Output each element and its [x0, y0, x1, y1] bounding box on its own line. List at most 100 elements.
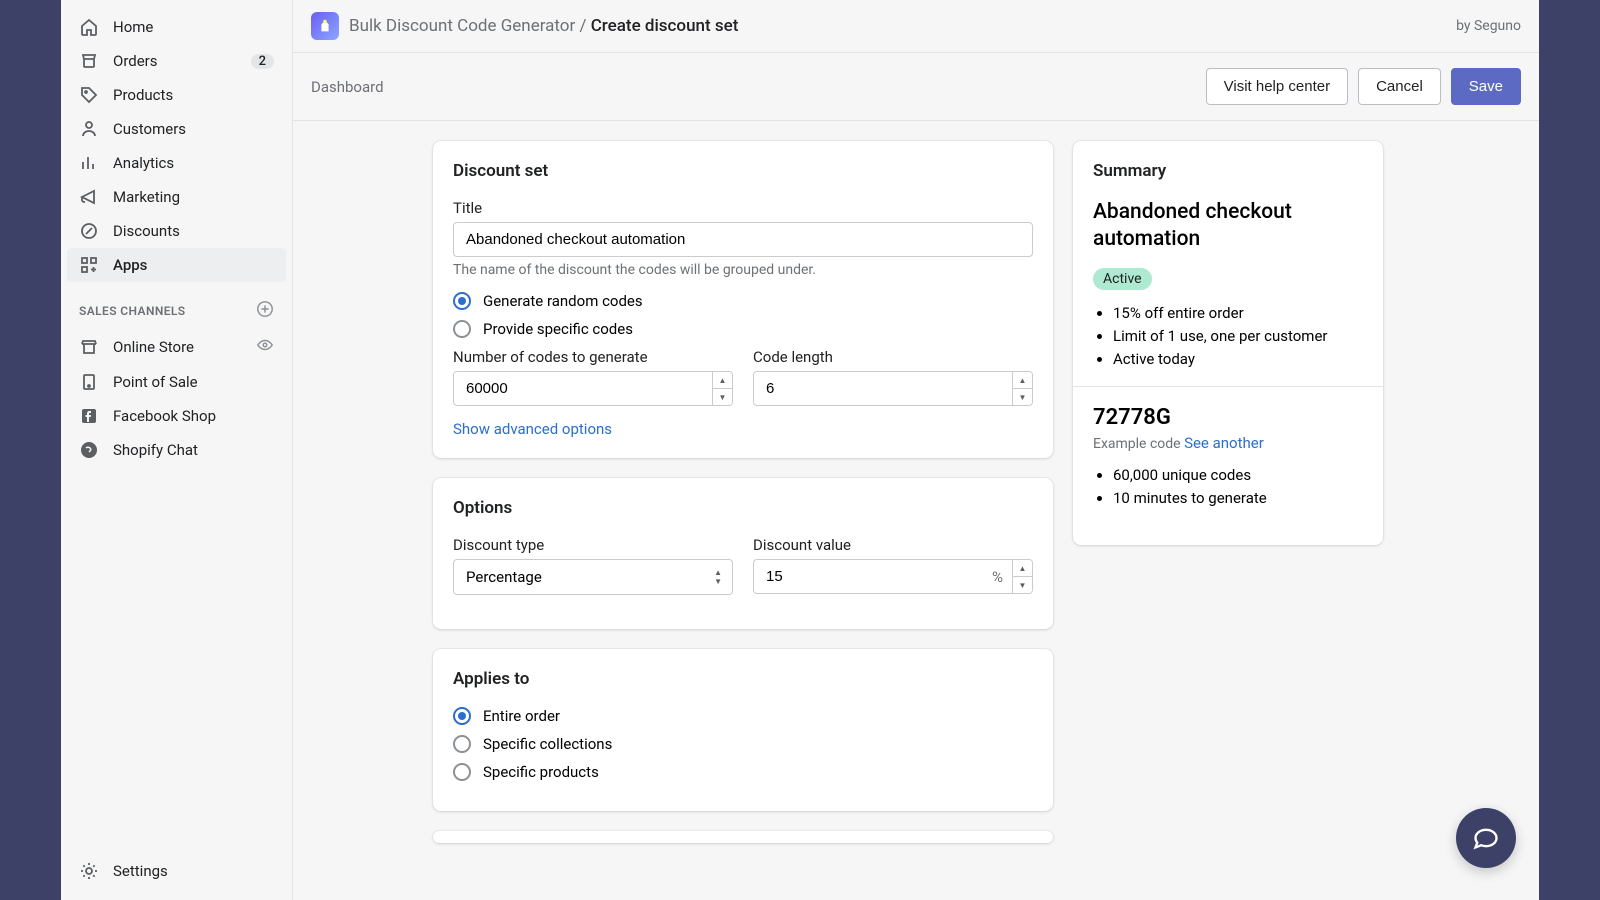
- list-item: 60,000 unique codes: [1113, 466, 1363, 484]
- status-badge: Active: [1093, 268, 1152, 290]
- applies-to-card: Applies to Entire order Specific collect…: [433, 649, 1053, 811]
- summary-card: Summary Abandoned checkout automation Ac…: [1073, 141, 1383, 545]
- title-input[interactable]: [453, 222, 1033, 257]
- sales-channels-header: SALES CHANNELS: [61, 282, 292, 329]
- summary-details: 60,000 unique codes 10 minutes to genera…: [1093, 466, 1363, 507]
- nav-products[interactable]: Products: [67, 78, 286, 112]
- see-another-link[interactable]: See another: [1184, 434, 1264, 452]
- code-length-label: Code length: [753, 348, 1033, 366]
- nav-apps[interactable]: Apps: [67, 248, 286, 282]
- nav-home[interactable]: Home: [67, 10, 286, 44]
- nav-settings[interactable]: Settings: [67, 854, 286, 888]
- discounts-icon: [79, 221, 99, 241]
- radio-icon: [453, 707, 471, 725]
- code-length-input[interactable]: [753, 371, 1033, 406]
- actions-bar: Dashboard Visit help center Cancel Save: [293, 53, 1539, 121]
- radio-icon: [453, 292, 471, 310]
- nav-label: Home: [113, 18, 153, 36]
- nav-analytics[interactable]: Analytics: [67, 146, 286, 180]
- radio-generate[interactable]: Generate random codes: [453, 292, 1033, 310]
- home-icon: [79, 17, 99, 37]
- discount-set-card: Discount set Title The name of the disco…: [433, 141, 1053, 458]
- by-line: by Seguno: [1456, 18, 1521, 34]
- channel-online-store[interactable]: Online Store: [67, 329, 286, 365]
- store-icon: [79, 337, 99, 357]
- channel-chat[interactable]: Shopify Chat: [67, 433, 286, 467]
- summary-title: Abandoned checkout automation: [1093, 199, 1363, 254]
- example-code: 72778G: [1093, 405, 1363, 430]
- breadcrumb-sep: /: [575, 16, 590, 36]
- spinner[interactable]: ▲▼: [712, 372, 732, 405]
- channel-label: Facebook Shop: [113, 407, 216, 425]
- list-item: 10 minutes to generate: [1113, 489, 1363, 507]
- channel-facebook[interactable]: Facebook Shop: [67, 399, 286, 433]
- save-button[interactable]: Save: [1451, 68, 1521, 105]
- title-help: The name of the discount the codes will …: [453, 262, 1033, 278]
- nav-label: Apps: [113, 256, 147, 274]
- eye-icon[interactable]: [256, 336, 274, 358]
- channel-label: Shopify Chat: [113, 441, 198, 459]
- spinner[interactable]: ▲▼: [1012, 560, 1032, 593]
- nav-label: Customers: [113, 120, 186, 138]
- sidebar: Home Orders 2 Products Customers Analytic…: [61, 0, 293, 900]
- products-icon: [79, 85, 99, 105]
- page-header: Bulk Discount Code Generator / Create di…: [293, 0, 1539, 53]
- summary-heading: Summary: [1093, 161, 1363, 181]
- radio-provide[interactable]: Provide specific codes: [453, 320, 1033, 338]
- num-codes-input[interactable]: [453, 371, 733, 406]
- dashboard-link[interactable]: Dashboard: [311, 78, 384, 96]
- chat-circle-icon: [79, 440, 99, 460]
- list-item: 15% off entire order: [1113, 304, 1363, 322]
- nav-label: Orders: [113, 52, 158, 70]
- num-codes-label: Number of codes to generate: [453, 348, 733, 366]
- radio-icon: [453, 320, 471, 338]
- cancel-button[interactable]: Cancel: [1358, 68, 1441, 105]
- title-label: Title: [453, 199, 1033, 217]
- list-item: Active today: [1113, 350, 1363, 368]
- discount-type-select[interactable]: Percentage▲▼: [453, 559, 733, 595]
- content: Discount set Title The name of the disco…: [293, 121, 1539, 900]
- radio-specific-collections[interactable]: Specific collections: [453, 735, 1033, 753]
- spinner[interactable]: ▲▼: [1012, 372, 1032, 405]
- orders-icon: [79, 51, 99, 71]
- chat-icon: [1472, 824, 1500, 852]
- show-advanced-link[interactable]: Show advanced options: [453, 420, 1033, 438]
- summary-list: 15% off entire order Limit of 1 use, one…: [1093, 304, 1363, 368]
- breadcrumb-app[interactable]: Bulk Discount Code Generator: [349, 16, 575, 36]
- facebook-icon: [79, 406, 99, 426]
- nav-label: Marketing: [113, 188, 180, 206]
- radio-entire-order[interactable]: Entire order: [453, 707, 1033, 725]
- options-card: Options Discount type Percentage▲▼ Disco…: [433, 478, 1053, 629]
- channel-pos[interactable]: Point of Sale: [67, 365, 286, 399]
- main: Bulk Discount Code Generator / Create di…: [293, 0, 1539, 900]
- channel-label: Online Store: [113, 338, 194, 356]
- list-item: Limit of 1 use, one per customer: [1113, 327, 1363, 345]
- card-heading: Applies to: [453, 669, 1033, 689]
- select-arrows-icon: ▲▼: [714, 568, 722, 586]
- radio-specific-products[interactable]: Specific products: [453, 763, 1033, 781]
- discount-value-input[interactable]: [753, 559, 1033, 594]
- radio-icon: [453, 763, 471, 781]
- channel-label: Point of Sale: [113, 373, 198, 391]
- radio-icon: [453, 735, 471, 753]
- example-code-label: Example code See another: [1093, 434, 1363, 452]
- next-card: [433, 831, 1053, 843]
- value-suffix: %: [992, 568, 1003, 586]
- card-heading: Discount set: [453, 161, 1033, 181]
- apps-icon: [79, 255, 99, 275]
- visit-help-button[interactable]: Visit help center: [1206, 68, 1348, 105]
- gear-icon: [79, 861, 99, 881]
- nav-discounts[interactable]: Discounts: [67, 214, 286, 248]
- nav-label: Analytics: [113, 154, 174, 172]
- discount-type-label: Discount type: [453, 536, 733, 554]
- add-channel-icon[interactable]: [256, 300, 274, 321]
- pos-icon: [79, 372, 99, 392]
- nav-marketing[interactable]: Marketing: [67, 180, 286, 214]
- nav-label: Products: [113, 86, 173, 104]
- nav-customers[interactable]: Customers: [67, 112, 286, 146]
- badge: 2: [251, 54, 274, 69]
- help-fab[interactable]: [1456, 808, 1516, 868]
- card-heading: Options: [453, 498, 1033, 518]
- nav-orders[interactable]: Orders 2: [67, 44, 286, 78]
- analytics-icon: [79, 153, 99, 173]
